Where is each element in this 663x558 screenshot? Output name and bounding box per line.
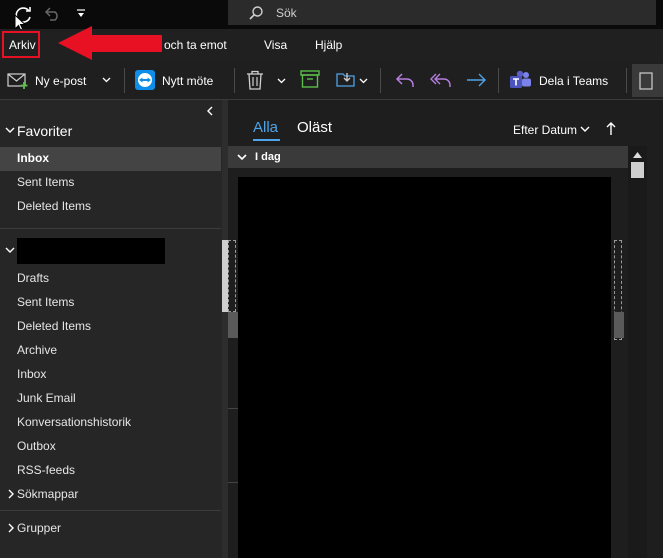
folder-conversation-history[interactable]: Konversationshistorik bbox=[17, 415, 131, 429]
nav-divider bbox=[0, 228, 221, 229]
group-header-today[interactable]: I dag bbox=[228, 146, 628, 168]
message-row-divider bbox=[228, 408, 238, 409]
new-email-label: Ny e-post bbox=[35, 74, 87, 88]
move-to-folder-icon[interactable] bbox=[336, 70, 356, 88]
forward-icon[interactable] bbox=[466, 72, 488, 88]
new-meeting-label: Nytt möte bbox=[162, 74, 214, 88]
nav-divider bbox=[0, 510, 221, 511]
folder-search-folders[interactable]: Sökmappar bbox=[17, 487, 78, 501]
folder-archive[interactable]: Archive bbox=[17, 343, 57, 357]
toolbar-separator bbox=[498, 68, 499, 93]
sort-direction-arrow-icon[interactable] bbox=[606, 122, 616, 136]
reply-icon[interactable] bbox=[395, 71, 415, 89]
message-list: Alla Oläst Efter Datum I dag bbox=[228, 100, 663, 558]
chevron-right-icon[interactable] bbox=[7, 523, 15, 533]
sort-by-date[interactable]: Efter Datum bbox=[513, 123, 577, 137]
folder-sent-items[interactable]: Sent Items bbox=[17, 295, 74, 309]
reply-all-icon[interactable] bbox=[430, 71, 452, 89]
tab-all[interactable]: Alla bbox=[253, 119, 278, 136]
search-icon bbox=[248, 5, 264, 21]
folder-pane: Favoriter Inbox Sent Items Deleted Items… bbox=[0, 100, 228, 558]
favorites-header[interactable]: Favoriter bbox=[17, 123, 72, 139]
group-label-today: I dag bbox=[255, 151, 281, 163]
folder-drafts[interactable]: Drafts bbox=[17, 271, 49, 285]
scroll-up-arrow-icon[interactable] bbox=[633, 152, 642, 158]
list-scrollbar-track[interactable] bbox=[628, 146, 647, 558]
new-meeting-button[interactable]: Nytt möte bbox=[130, 62, 230, 99]
chevron-down-icon bbox=[237, 154, 247, 161]
redacted-message-list[interactable] bbox=[238, 177, 611, 558]
teamviewer-icon bbox=[135, 70, 155, 90]
new-email-button[interactable]: Ny e-post bbox=[0, 62, 122, 99]
search-placeholder: Sök bbox=[276, 6, 297, 20]
folder-junk-email[interactable]: Junk Email bbox=[17, 391, 76, 405]
favorite-folder-deleted-items[interactable]: Deleted Items bbox=[17, 199, 91, 213]
chevron-down-icon[interactable] bbox=[5, 246, 15, 254]
folder-rss-feeds[interactable]: RSS-feeds bbox=[17, 463, 75, 477]
menu-file[interactable]: Arkiv bbox=[9, 38, 36, 52]
menu-view[interactable]: Visa bbox=[264, 38, 287, 52]
share-teams-button[interactable]: Dela i Teams bbox=[505, 62, 623, 99]
folder-inbox[interactable]: Inbox bbox=[17, 367, 46, 381]
chevron-down-icon[interactable] bbox=[580, 126, 590, 133]
menu-send-receive[interactable]: och ta emot bbox=[164, 38, 227, 52]
message-row-fragment bbox=[614, 312, 624, 338]
message-row-fragment bbox=[228, 240, 236, 312]
folder-outbox[interactable]: Outbox bbox=[17, 439, 56, 453]
toolbar-more-button[interactable] bbox=[632, 64, 663, 97]
redacted-account-name[interactable] bbox=[17, 238, 165, 264]
customize-quick-access-icon[interactable] bbox=[76, 9, 86, 19]
groups-header[interactable]: Grupper bbox=[17, 521, 61, 535]
toolbar-separator bbox=[626, 68, 627, 93]
favorite-folder-inbox[interactable]: Inbox bbox=[17, 151, 49, 165]
archive-icon[interactable] bbox=[300, 70, 320, 88]
search-box[interactable]: Sök bbox=[228, 0, 656, 25]
collapse-pane-icon[interactable] bbox=[206, 106, 214, 116]
chevron-down-icon[interactable] bbox=[5, 126, 15, 134]
favorite-folder-sent-items[interactable]: Sent Items bbox=[17, 175, 74, 189]
message-row-fragment bbox=[228, 312, 238, 338]
active-tab-underline bbox=[253, 139, 280, 141]
folder-deleted-items[interactable]: Deleted Items bbox=[17, 319, 91, 333]
chevron-right-icon[interactable] bbox=[7, 489, 15, 499]
toolbar-separator bbox=[234, 68, 235, 93]
red-arrow-annotation bbox=[56, 25, 164, 61]
menu-bar: Arkiv och ta emot Visa Hjälp bbox=[0, 26, 663, 62]
undo-icon[interactable] bbox=[44, 7, 62, 21]
chevron-down-icon[interactable] bbox=[359, 78, 368, 84]
tab-unread[interactable]: Oläst bbox=[297, 119, 332, 136]
chevron-down-icon[interactable] bbox=[102, 77, 111, 83]
message-row-divider bbox=[228, 482, 238, 483]
toolbar-separator bbox=[124, 68, 125, 93]
list-scrollbar-thumb[interactable] bbox=[631, 162, 644, 178]
truncated-toolbar-icon bbox=[639, 72, 653, 90]
ribbon-toolbar: Ny e-post Nytt möte Dela i Teams bbox=[0, 62, 663, 100]
teams-icon bbox=[510, 70, 532, 90]
menu-help[interactable]: Hjälp bbox=[315, 38, 342, 52]
new-email-icon bbox=[7, 73, 29, 89]
share-teams-label: Dela i Teams bbox=[539, 74, 609, 88]
delete-icon[interactable] bbox=[246, 70, 264, 90]
toolbar-separator bbox=[380, 68, 381, 93]
chevron-down-icon[interactable] bbox=[277, 78, 286, 84]
